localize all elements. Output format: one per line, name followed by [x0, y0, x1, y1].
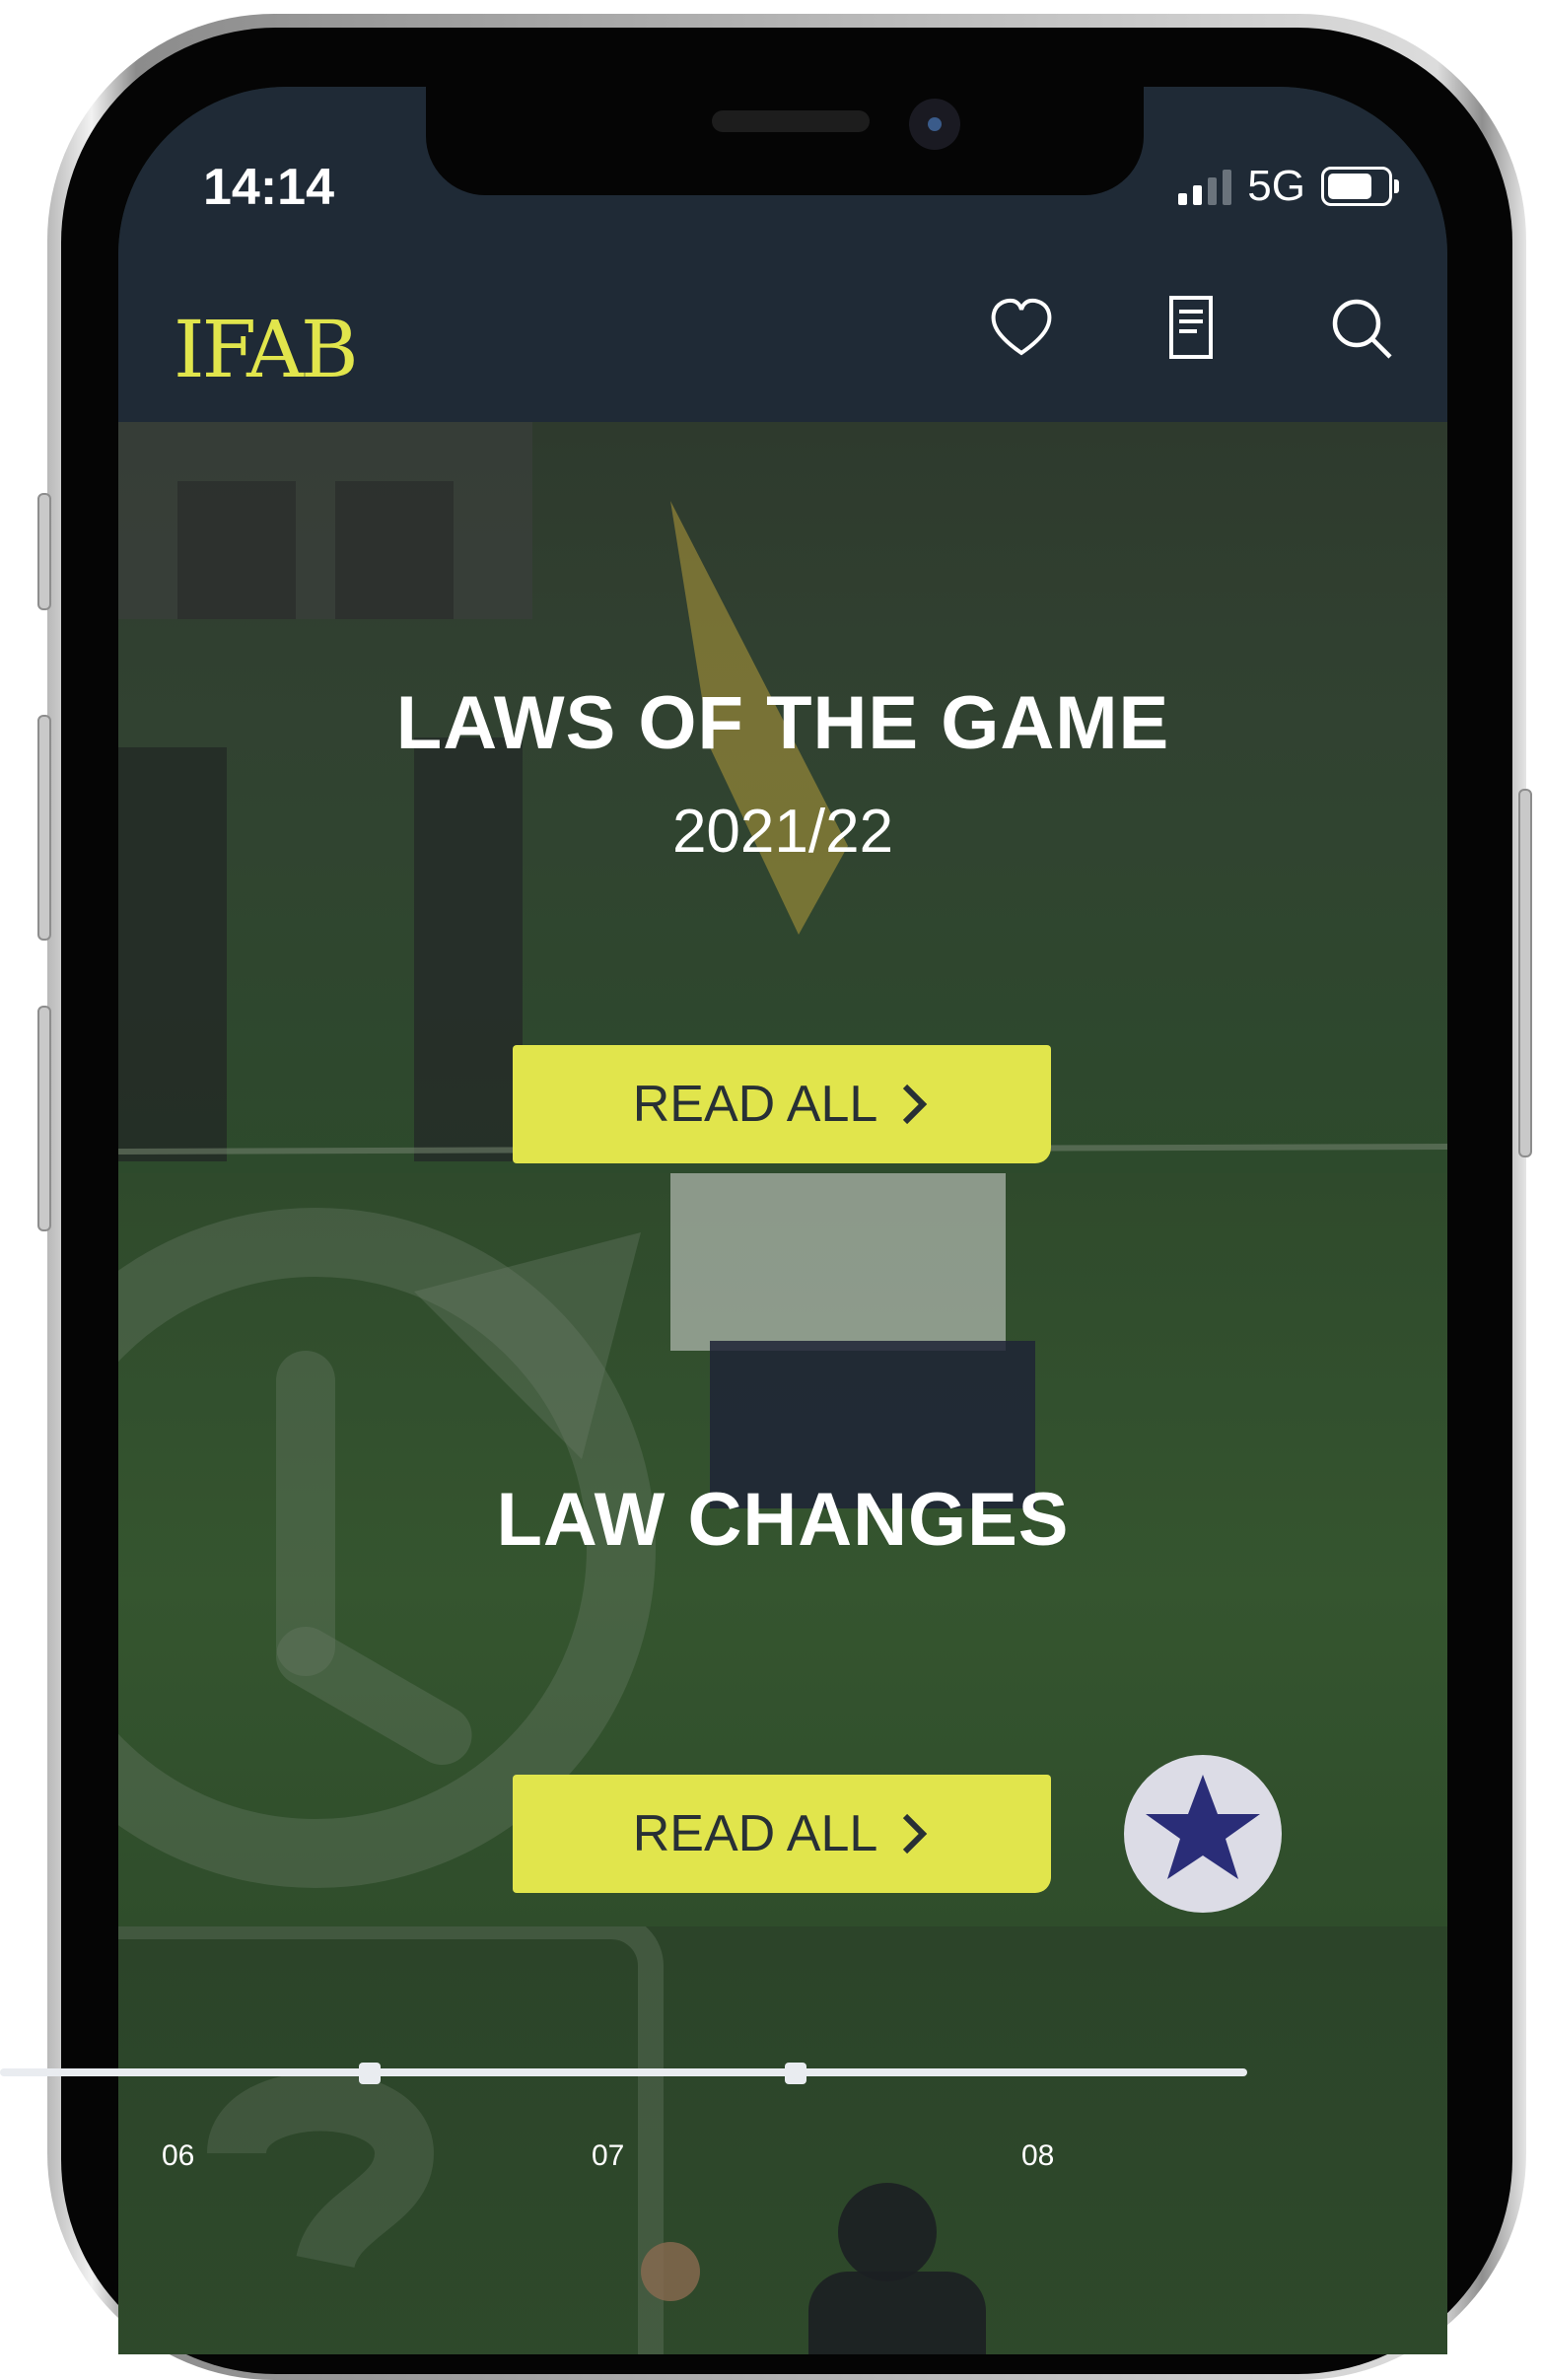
- heart-icon[interactable]: [986, 292, 1057, 363]
- network-type: 5G: [1247, 162, 1305, 210]
- law-changes-card[interactable]: LAW CHANGES READ ALL: [118, 1173, 1447, 1926]
- app-screen: 14:14 5G IFAB LAWS OF THE GAME 2021/22 R…: [118, 87, 1447, 2354]
- timeline-track[interactable]: [0, 2068, 1247, 2076]
- volume-down-button: [37, 1006, 51, 1231]
- speaker-grille: [712, 110, 870, 132]
- volume-up-button: [37, 715, 51, 941]
- battery-icon: [1321, 167, 1399, 206]
- questions-card[interactable]: [118, 1926, 1447, 2354]
- document-icon[interactable]: [1156, 292, 1227, 363]
- status-time: 14:14: [203, 159, 334, 216]
- read-all-label: READ ALL: [632, 1805, 878, 1862]
- section-title: LAW CHANGES: [496, 1478, 1070, 1562]
- timeline-handle[interactable]: [359, 2063, 381, 2084]
- power-button: [1518, 789, 1532, 1157]
- timeline-label: 08: [1021, 2139, 1055, 2172]
- header-actions: [986, 292, 1396, 363]
- status-indicators: 5G: [1178, 162, 1399, 211]
- laws-of-the-game-card[interactable]: LAWS OF THE GAME 2021/22 READ ALL: [118, 422, 1447, 1173]
- signal-icon: [1178, 168, 1232, 205]
- question-graphic: [118, 1926, 986, 2354]
- chevron-right-icon: [903, 1084, 928, 1125]
- read-all-button[interactable]: READ ALL: [513, 1045, 1051, 1163]
- read-all-label: READ ALL: [632, 1076, 878, 1133]
- camera-icon: [909, 99, 960, 150]
- timeline-label: 06: [162, 2139, 195, 2172]
- section-title: LAWS OF THE GAME: [395, 681, 1170, 765]
- section-subtitle: 2021/22: [671, 798, 894, 866]
- search-icon[interactable]: [1325, 292, 1396, 363]
- mute-switch: [37, 493, 51, 610]
- timeline-label: 07: [592, 2139, 625, 2172]
- notch: [426, 87, 1144, 195]
- ifab-logo[interactable]: IFAB: [174, 304, 359, 395]
- read-all-button[interactable]: READ ALL: [513, 1775, 1051, 1893]
- timeline-handle[interactable]: [785, 2063, 806, 2084]
- chevron-right-icon: [903, 1813, 928, 1855]
